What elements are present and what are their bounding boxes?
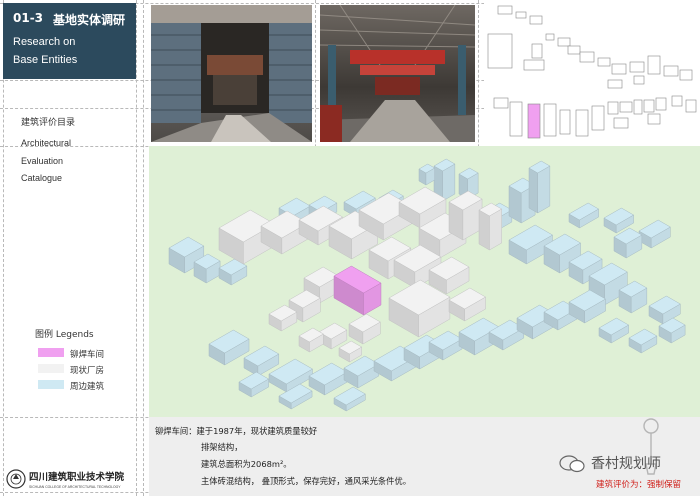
legend-title: 图例 Legends bbox=[35, 330, 94, 340]
page-subtitle-line: Research on bbox=[13, 36, 76, 48]
catalogue-heading-en: Architectural bbox=[21, 138, 72, 148]
school-logo: 四川建筑职业技术学院 SICHUAN COLLEGE OF ARCHITECTU… bbox=[6, 469, 125, 489]
school-name-en: SICHUAN COLLEGE OF ARCHITECTURAL TECHNOL… bbox=[29, 485, 121, 489]
guide-line bbox=[136, 0, 137, 496]
wechat-account-name: 香村规划师 bbox=[591, 456, 661, 472]
legend-swatch bbox=[38, 380, 64, 389]
building-rating: 建筑评价为：强制保留 bbox=[596, 480, 682, 490]
legend-swatch bbox=[38, 364, 64, 373]
title-block: 01-3 基地实体调研 Research on Base Entities bbox=[3, 3, 136, 79]
surrounding-building bbox=[537, 165, 551, 214]
wechat-watermark: 香村规划师 bbox=[559, 455, 661, 473]
page-subtitle-line: Base Entities bbox=[13, 54, 78, 66]
legend-label: 铆焊车间 bbox=[70, 350, 105, 360]
catalogue-heading-en: Evaluation bbox=[21, 156, 64, 166]
factory-interior-photo bbox=[320, 5, 475, 142]
description-line: 铆焊车间：建于1987年，现状建筑质量较好 bbox=[155, 426, 318, 436]
legend-swatch bbox=[38, 348, 64, 357]
legend-label: 现状厂房 bbox=[70, 366, 105, 376]
site-massing-model bbox=[149, 146, 700, 417]
surrounding-building bbox=[528, 167, 538, 214]
factory-exterior-photo bbox=[151, 5, 312, 142]
description-line: 建筑总面积为2068m²。 bbox=[201, 459, 292, 469]
section-code: 01-3 bbox=[13, 11, 44, 25]
description-line: 主体砖混结构， 叠顶形式，保存完好，通风采光条件优。 bbox=[201, 476, 412, 486]
existing-factory bbox=[478, 209, 490, 251]
catalogue-heading-en: Catalogue bbox=[21, 173, 63, 183]
site-keymap bbox=[484, 0, 700, 146]
page-title: 基地实体调研 bbox=[53, 13, 126, 27]
catalogue-heading: 建筑评价目录 bbox=[21, 117, 76, 127]
legend-label: 周边建筑 bbox=[70, 382, 105, 392]
school-name: 四川建筑职业技术学院 bbox=[29, 471, 125, 483]
guide-line bbox=[143, 0, 144, 496]
description-line: 排架结构， bbox=[201, 442, 243, 452]
